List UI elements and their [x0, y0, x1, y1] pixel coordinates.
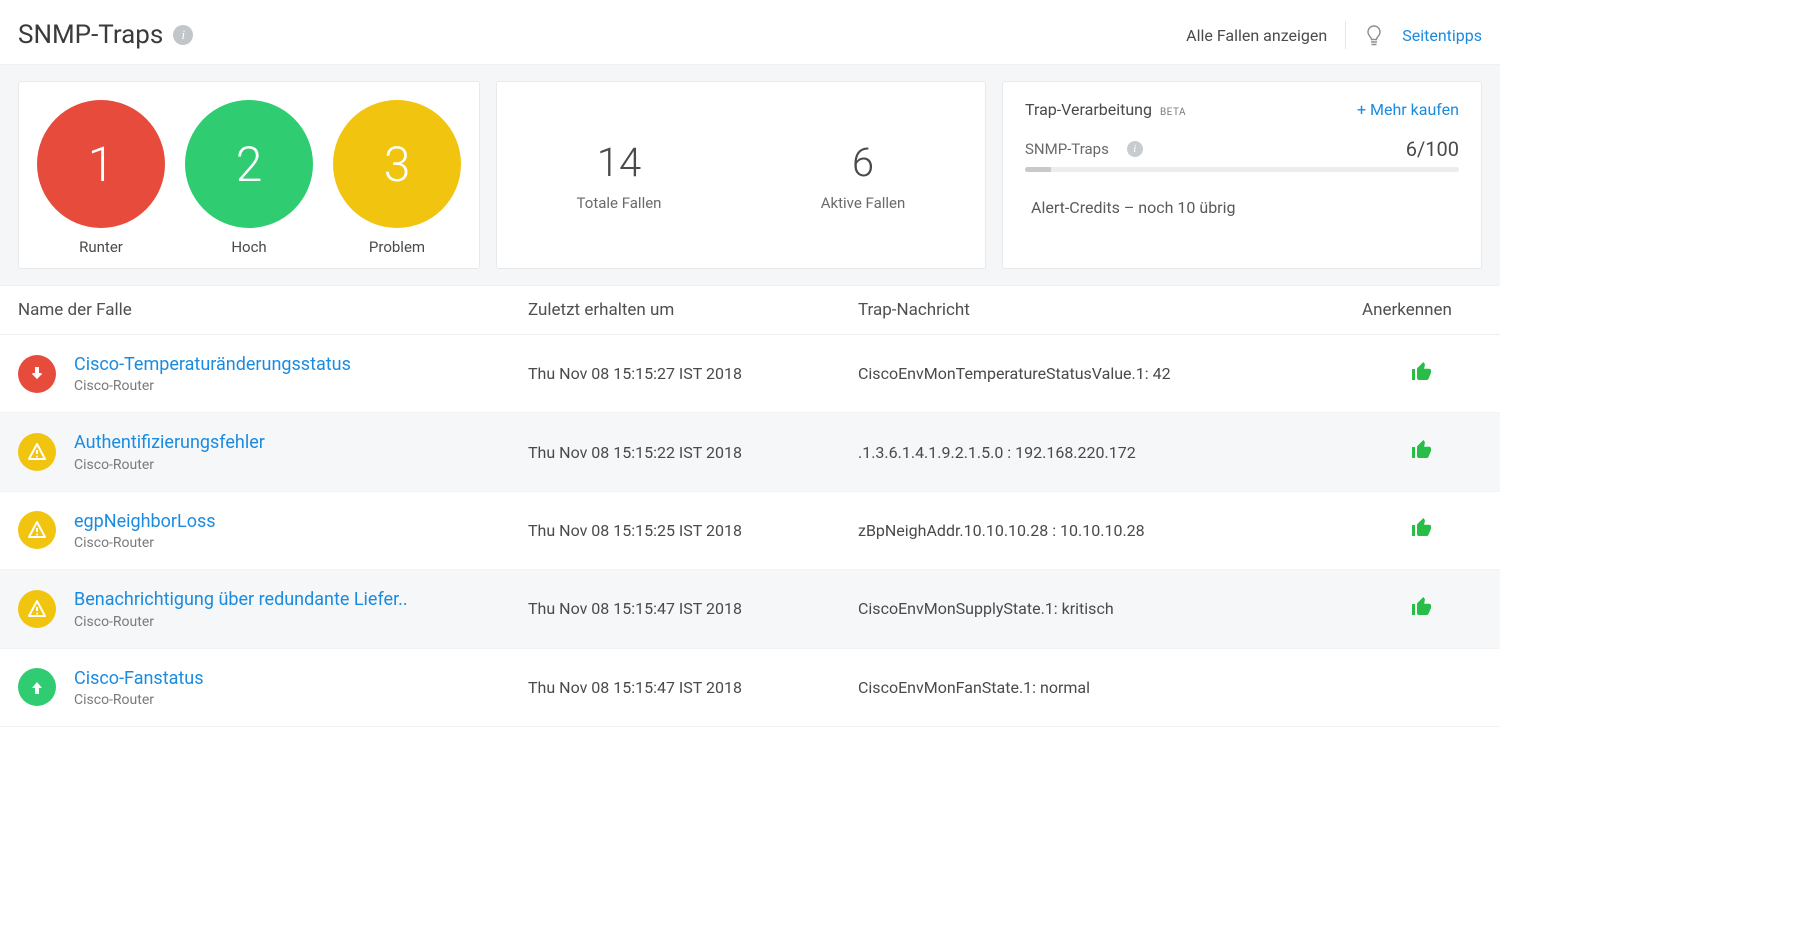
total-traps-count: 14: [597, 139, 641, 186]
usage-progress: [1025, 167, 1459, 172]
separator: [1345, 21, 1346, 49]
warning-icon: [18, 433, 56, 471]
trap-source: Cisco-Router: [74, 614, 408, 630]
usage-count: 6/100: [1406, 137, 1459, 161]
traps-table: Name der Falle Zuletzt erhalten um Trap-…: [0, 286, 1500, 727]
trap-time: Thu Nov 08 15:15:47 IST 2018: [528, 599, 858, 618]
acknowledge-cell: [1362, 360, 1482, 388]
thumbs-up-icon[interactable]: [1410, 438, 1434, 466]
status-summary-card: 1 Runter 2 Hoch 3 Problem: [18, 81, 480, 269]
trap-message: CiscoEnvMonTemperatureStatusValue.1: 42: [858, 364, 1362, 383]
trap-source: Cisco-Router: [74, 535, 216, 551]
beta-badge: BETA: [1160, 107, 1186, 118]
status-label: Hoch: [231, 238, 266, 256]
acknowledge-cell: [1362, 516, 1482, 544]
thumbs-up-icon[interactable]: [1410, 595, 1434, 623]
buy-more-link[interactable]: + Mehr kaufen: [1357, 100, 1459, 119]
status-count: 2: [185, 100, 313, 228]
trap-time: Thu Nov 08 15:15:25 IST 2018: [528, 521, 858, 540]
col-msg[interactable]: Trap-Nachricht: [858, 300, 1362, 320]
col-name[interactable]: Name der Falle: [18, 300, 528, 320]
table-row: Benachrichtigung über redundante Liefer.…: [0, 570, 1500, 648]
trap-processing-card: Trap-Verarbeitung BETA + Mehr kaufen SNM…: [1002, 81, 1482, 269]
trap-name-link[interactable]: Cisco-Fanstatus: [74, 667, 204, 690]
page-tips-link[interactable]: Seitentipps: [1402, 26, 1482, 45]
arrow-up-icon: [18, 668, 56, 706]
trap-source: Cisco-Router: [74, 692, 204, 708]
warning-icon: [18, 511, 56, 549]
show-all-traps-link[interactable]: Alle Fallen anzeigen: [1186, 26, 1327, 45]
total-traps-label: Totale Fallen: [577, 194, 662, 212]
table-row: egpNeighborLoss Cisco-Router Thu Nov 08 15…: [0, 492, 1500, 570]
alert-credits-text: Alert-Credits – noch 10 übrig: [1025, 190, 1459, 227]
trap-message: zBpNeighAddr.10.10.10.28 : 10.10.10.28: [858, 521, 1362, 540]
thumbs-up-icon[interactable]: [1410, 516, 1434, 544]
info-icon[interactable]: i: [173, 25, 193, 45]
trap-message: CiscoEnvMonFanState.1: normal: [858, 678, 1362, 697]
trap-time: Thu Nov 08 15:15:27 IST 2018: [528, 364, 858, 383]
trap-time: Thu Nov 08 15:15:22 IST 2018: [528, 443, 858, 462]
arrow-down-icon: [18, 355, 56, 393]
lightbulb-icon: [1364, 24, 1384, 46]
warning-icon: [18, 590, 56, 628]
status-count: 3: [333, 100, 461, 228]
info-icon[interactable]: i: [1127, 141, 1143, 157]
status-circle-hoch[interactable]: 2 Hoch: [185, 100, 313, 256]
table-row: Authentifizierungsfehler Cisco-Router Thu …: [0, 413, 1500, 491]
processing-title: Trap-Verarbeitung BETA: [1025, 100, 1186, 119]
acknowledge-cell: [1362, 438, 1482, 466]
processing-name: SNMP-Traps: [1025, 140, 1109, 158]
active-traps-label: Aktive Fallen: [821, 194, 906, 212]
trap-name-link[interactable]: Cisco-Temperaturänderungsstatus: [74, 353, 351, 376]
col-time[interactable]: Zuletzt erhalten um: [528, 300, 858, 320]
trap-message: .1.3.6.1.4.1.9.2.1.5.0 : 192.168.220.172: [858, 443, 1362, 462]
trap-source: Cisco-Router: [74, 378, 351, 394]
trap-name-link[interactable]: Benachrichtigung über redundante Liefer.…: [74, 588, 408, 611]
status-label: Runter: [79, 238, 123, 256]
status-circle-runter[interactable]: 1 Runter: [37, 100, 165, 256]
status-circle-problem[interactable]: 3 Problem: [333, 100, 461, 256]
page-header: SNMP-Traps i Alle Fallen anzeigen Seiten…: [0, 0, 1500, 64]
trap-source: Cisco-Router: [74, 457, 265, 473]
trap-name-link[interactable]: egpNeighborLoss: [74, 510, 216, 533]
totals-card: 14 Totale Fallen 6 Aktive Fallen: [496, 81, 986, 269]
page-title: SNMP-Traps: [18, 20, 163, 50]
status-count: 1: [37, 100, 165, 228]
trap-time: Thu Nov 08 15:15:47 IST 2018: [528, 678, 858, 697]
trap-message: CiscoEnvMonSupplyState.1: kritisch: [858, 599, 1362, 618]
acknowledge-cell: [1362, 595, 1482, 623]
active-traps-count: 6: [852, 139, 874, 186]
col-ack[interactable]: Anerkennen: [1362, 300, 1482, 320]
trap-name-link[interactable]: Authentifizierungsfehler: [74, 431, 265, 454]
status-label: Problem: [369, 238, 425, 256]
thumbs-up-icon[interactable]: [1410, 360, 1434, 388]
table-row: Cisco-Fanstatus Cisco-Router Thu Nov 08 15…: [0, 649, 1500, 727]
table-row: Cisco-Temperaturänderungsstatus Cisco-Rou…: [0, 335, 1500, 413]
table-header: Name der Falle Zuletzt erhalten um Trap-…: [0, 286, 1500, 335]
